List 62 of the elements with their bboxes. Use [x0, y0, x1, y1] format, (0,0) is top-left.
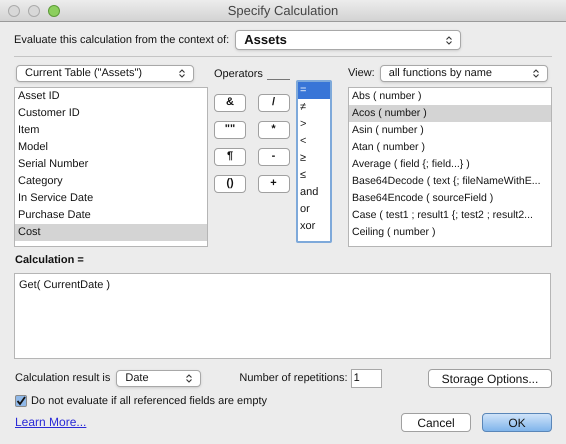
- checkbox-label: Do not evaluate if all referenced fields are empty: [31, 394, 268, 408]
- operator-button[interactable]: &: [214, 94, 246, 112]
- checkmark-icon: [16, 396, 26, 406]
- field-item[interactable]: Item: [15, 122, 207, 139]
- minimize-button[interactable]: [28, 4, 40, 16]
- view-dropdown[interactable]: all functions by name: [380, 65, 548, 82]
- checkbox[interactable]: [15, 394, 27, 407]
- operator-item[interactable]: ≥: [298, 150, 330, 167]
- zoom-button[interactable]: [48, 4, 60, 16]
- operator-button[interactable]: ¶: [214, 148, 246, 166]
- function-item[interactable]: Acos ( number ): [349, 105, 551, 122]
- operator-item[interactable]: =: [298, 82, 330, 99]
- context-dropdown[interactable]: Assets: [235, 30, 462, 50]
- function-item[interactable]: Base64Decode ( text {; fileNameWithE...: [349, 173, 551, 190]
- function-item[interactable]: Average ( field {; field...} ): [349, 156, 551, 173]
- field-item[interactable]: Asset ID: [15, 88, 207, 105]
- operator-item[interactable]: and: [298, 184, 330, 201]
- calculation-label: Calculation =: [15, 253, 84, 268]
- field-item[interactable]: In Service Date: [15, 190, 207, 207]
- context-label: Evaluate this calculation from the context of:: [14, 32, 230, 48]
- storage-options-button[interactable]: Storage Options...: [428, 368, 552, 388]
- field-item[interactable]: Model: [15, 139, 207, 156]
- field-item[interactable]: Serial Number: [15, 156, 207, 173]
- result-type-label: Calculation result is: [15, 370, 110, 386]
- operator-button[interactable]: -: [258, 148, 290, 166]
- operator-item[interactable]: ≤: [298, 167, 330, 184]
- field-item[interactable]: Customer ID: [15, 105, 207, 122]
- result-type-dropdown[interactable]: Date: [116, 370, 202, 386]
- calculation-field[interactable]: Get( CurrentDate ): [14, 272, 551, 358]
- field-item[interactable]: Category: [15, 173, 207, 190]
- function-item[interactable]: Asin ( number ): [349, 122, 551, 139]
- stepper-icon: [186, 374, 192, 382]
- repetitions-label: Number of repetitions:: [239, 370, 348, 386]
- function-item[interactable]: Abs ( number ): [349, 88, 551, 105]
- field-item[interactable]: Purchase Date: [15, 207, 207, 224]
- view-label: View:: [348, 66, 375, 82]
- operator-item[interactable]: <: [298, 133, 330, 150]
- stepper-icon: [446, 36, 452, 44]
- field-item[interactable]: Cost: [15, 224, 207, 241]
- repetitions-field[interactable]: 1: [350, 368, 382, 388]
- stepper-icon: [532, 69, 539, 78]
- operator-item[interactable]: xor: [298, 218, 330, 235]
- operator-item[interactable]: ≠: [298, 99, 330, 116]
- operator-item[interactable]: >: [298, 116, 330, 133]
- operator-button[interactable]: /: [258, 94, 290, 112]
- operators-label: Operators: [214, 67, 263, 82]
- operator-button[interactable]: "": [214, 120, 246, 138]
- table-dropdown[interactable]: Current Table ("Assets"): [16, 65, 194, 82]
- operator-button[interactable]: +: [258, 174, 290, 192]
- function-item[interactable]: Case ( test1 ; result1 {; test2 ; result2...: [349, 207, 551, 224]
- window-title: Specify Calculation: [228, 2, 338, 20]
- stepper-icon: [179, 69, 185, 78]
- function-item[interactable]: Ceiling ( number ): [349, 224, 551, 241]
- ok-button[interactable]: OK: [482, 413, 552, 432]
- function-item[interactable]: Atan ( number ): [349, 139, 551, 156]
- cancel-button[interactable]: Cancel: [401, 413, 471, 432]
- operator-button[interactable]: (): [214, 174, 246, 192]
- operator-item[interactable]: or: [298, 201, 330, 218]
- learn-more-link[interactable]: Learn More...: [15, 413, 86, 431]
- function-item[interactable]: Base64Encode ( sourceField ): [349, 190, 551, 207]
- operator-button[interactable]: *: [258, 120, 290, 138]
- close-button[interactable]: [8, 4, 20, 16]
